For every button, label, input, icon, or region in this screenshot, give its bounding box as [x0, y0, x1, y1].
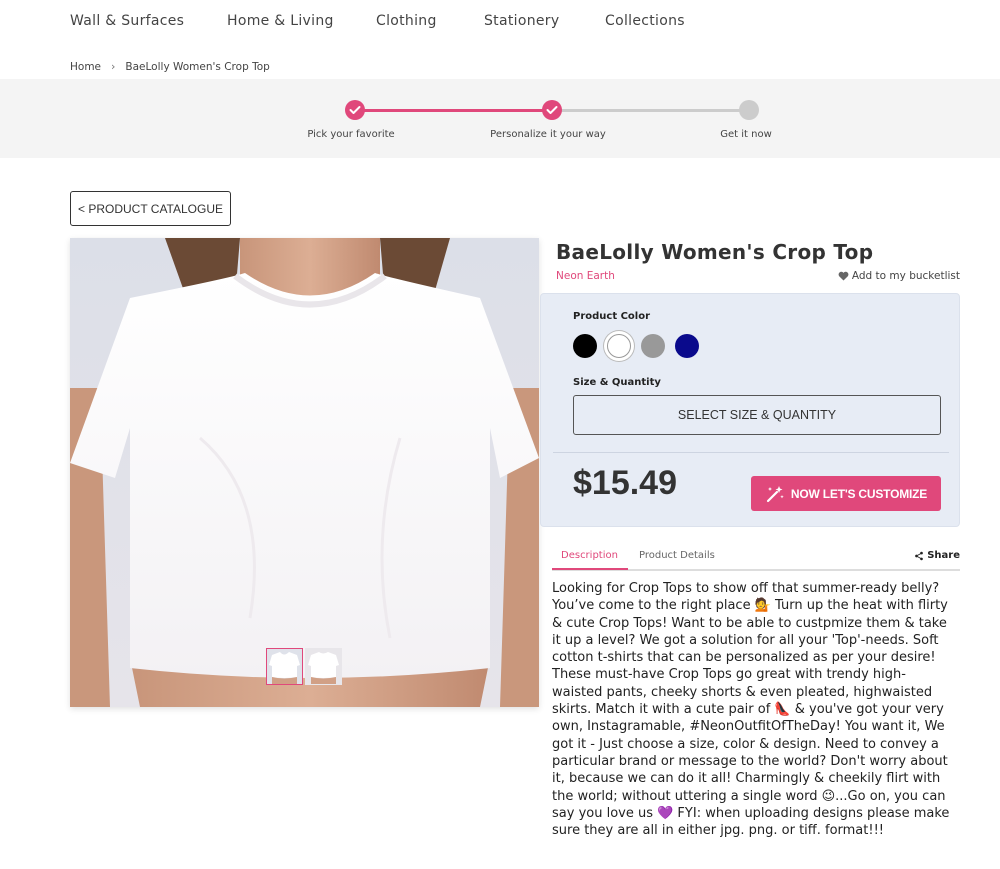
heart-icon	[838, 271, 849, 281]
nav-item-home-living[interactable]: Home & Living	[227, 13, 334, 29]
stepper-line-complete	[355, 109, 552, 112]
select-size-quantity-button[interactable]: SELECT SIZE & QUANTITY	[573, 395, 941, 435]
step-1-label: Pick your favorite	[307, 129, 395, 140]
breadcrumb-home-link[interactable]: Home	[70, 61, 101, 73]
add-to-bucketlist-button[interactable]: Add to my bucketlist	[838, 270, 960, 282]
step-3-pending-dot	[739, 100, 759, 120]
panel-divider	[553, 452, 949, 453]
image-thumbnails	[266, 648, 342, 685]
step-2-label: Personalize it your way	[490, 129, 606, 140]
color-swatches	[573, 334, 699, 358]
product-description: Looking for Crop Tops to show off that s…	[552, 581, 950, 839]
progress-stepper: Pick your favorite Personalize it your w…	[0, 79, 1000, 158]
customize-button-label: NOW LET'S CUSTOMIZE	[790, 486, 928, 501]
chevron-right-icon: ›	[111, 60, 116, 73]
product-price: $15.49	[573, 464, 677, 502]
step-2-check-icon	[542, 100, 562, 120]
bucketlist-label: Add to my bucketlist	[851, 270, 960, 282]
product-tabs: Description Product Details Share	[552, 542, 960, 571]
top-navigation: Wall & Surfaces Home & Living Clothing S…	[0, 0, 1000, 44]
stepper-line-pending	[552, 109, 749, 112]
thumbnail-back[interactable]	[305, 648, 342, 685]
share-label: Share	[927, 550, 960, 561]
product-options-panel: Product Color Size & Quantity SELECT SIZ…	[540, 293, 960, 527]
size-quantity-label: Size & Quantity	[573, 377, 661, 388]
nav-item-collections[interactable]: Collections	[605, 13, 685, 29]
tab-description[interactable]: Description	[561, 550, 618, 561]
step-3-label: Get it now	[720, 129, 772, 140]
magic-wand-icon	[766, 485, 784, 502]
color-swatch-white[interactable]	[607, 334, 631, 358]
nav-item-stationery[interactable]: Stationery	[484, 13, 559, 29]
color-swatch-grey[interactable]	[641, 334, 665, 358]
thumbnail-front[interactable]	[266, 648, 303, 685]
crop-top-photo	[70, 238, 539, 707]
product-color-label: Product Color	[573, 311, 651, 322]
tab-product-details[interactable]: Product Details	[639, 550, 715, 561]
color-swatch-black[interactable]	[573, 334, 597, 358]
customize-button[interactable]: NOW LET'S CUSTOMIZE	[751, 476, 941, 511]
breadcrumb: Home › BaeLolly Women's Crop Top	[70, 60, 270, 73]
brand-link[interactable]: Neon Earth	[556, 270, 615, 282]
share-icon	[915, 551, 924, 560]
product-title: BaeLolly Women's Crop Top	[556, 240, 874, 264]
share-button[interactable]: Share	[914, 550, 960, 561]
product-image	[70, 238, 539, 707]
active-tab-indicator	[552, 568, 628, 570]
nav-item-clothing[interactable]: Clothing	[376, 13, 437, 29]
nav-item-wall-surfaces[interactable]: Wall & Surfaces	[70, 13, 184, 29]
step-1-check-icon	[345, 100, 365, 120]
breadcrumb-current: BaeLolly Women's Crop Top	[125, 60, 270, 73]
color-swatch-navy[interactable]	[675, 334, 699, 358]
product-catalogue-button[interactable]: < PRODUCT CATALOGUE	[70, 191, 231, 226]
